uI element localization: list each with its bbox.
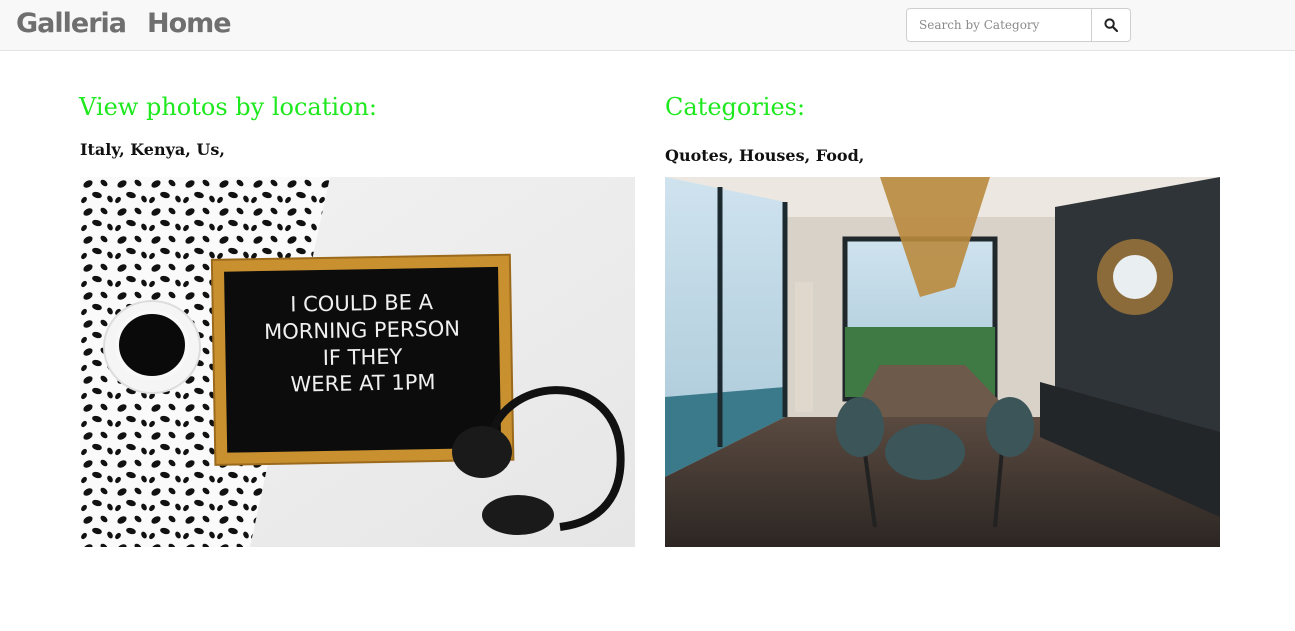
nav-home-link[interactable]: Home xyxy=(147,8,232,39)
search-icon xyxy=(1104,18,1118,32)
search-button[interactable] xyxy=(1092,8,1131,42)
board-line-4: WERE AT 1PM xyxy=(290,370,435,397)
board-line-2: MORNING PERSON xyxy=(264,317,460,344)
categories-title: Categories: xyxy=(665,93,806,121)
location-link-us[interactable]: Us, xyxy=(196,140,225,159)
location-list: Italy, Kenya, Us, xyxy=(80,140,225,159)
category-link-food[interactable]: Food, xyxy=(816,146,865,165)
board-line-1: I COULD BE A xyxy=(290,290,434,316)
category-list: Quotes, Houses, Food, xyxy=(665,146,864,165)
photo-letterboard[interactable]: I COULD BE A MORNING PERSON IF THEY WERE… xyxy=(80,177,635,547)
board-line-3: IF THEY xyxy=(323,345,403,370)
category-link-houses[interactable]: Houses, xyxy=(739,146,810,165)
photo-dining-room[interactable] xyxy=(665,177,1220,547)
navbar: Galleria Home xyxy=(0,0,1295,51)
locations-title: View photos by location: xyxy=(79,93,378,121)
location-link-kenya[interactable]: Kenya, xyxy=(130,140,191,159)
search-form xyxy=(906,8,1131,42)
search-input[interactable] xyxy=(906,8,1092,42)
category-link-quotes[interactable]: Quotes, xyxy=(665,146,733,165)
location-link-italy[interactable]: Italy, xyxy=(80,140,125,159)
brand-link[interactable]: Galleria xyxy=(16,8,127,39)
